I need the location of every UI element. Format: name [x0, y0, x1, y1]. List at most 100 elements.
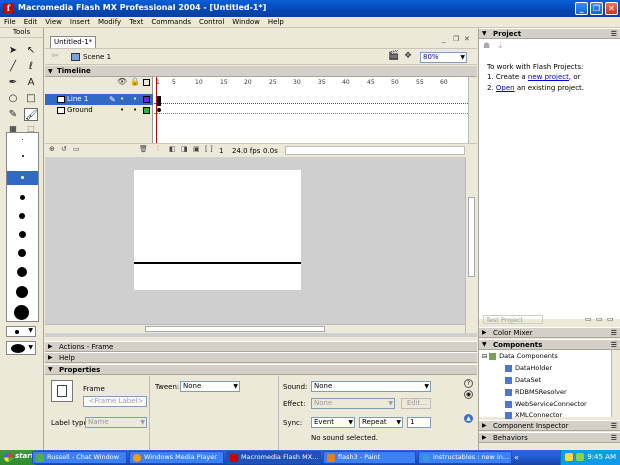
tab-untitled-1[interactable]: Untitled-1* — [50, 36, 96, 48]
panel-options-icon[interactable]: ☰ — [611, 29, 617, 39]
lasso-tool-icon[interactable]: ℓ — [24, 60, 38, 73]
effect-select[interactable]: None ▼ — [311, 398, 395, 409]
task-media-player[interactable]: Windows Media Player — [129, 451, 224, 464]
properties-panel-header[interactable]: ▼ Properties — [45, 364, 477, 375]
pencil-tool-icon[interactable]: ✎ — [6, 108, 20, 121]
close-button[interactable]: ✕ — [605, 2, 618, 15]
brush-size-2[interactable] — [22, 155, 24, 157]
minimize-button[interactable]: _ — [575, 2, 588, 15]
stage-vertical-scrollbar[interactable] — [465, 157, 477, 333]
project-settings-icon[interactable]: ⇣ — [497, 41, 504, 50]
brush-size-list[interactable] — [6, 132, 39, 322]
line-tool-icon[interactable]: ╱ — [6, 60, 20, 73]
color-mixer-panel-header[interactable]: ▶ Color Mixer ☰ — [479, 327, 620, 338]
panel-options-icon[interactable]: ☰ — [611, 328, 617, 338]
tray-icon[interactable] — [576, 453, 584, 461]
help-icon[interactable]: ? — [464, 379, 473, 388]
brush-size-5[interactable] — [19, 213, 25, 219]
component-item[interactable]: RDBMSResolver — [505, 388, 567, 396]
component-item[interactable]: DataHolder — [505, 364, 552, 372]
menu-file[interactable]: File — [0, 17, 20, 26]
edit-sound-button[interactable]: Edit... — [401, 398, 431, 409]
brush-size-8[interactable] — [17, 267, 27, 277]
doc-close-icon[interactable]: ✕ — [464, 35, 470, 43]
help-panel-header[interactable]: ▶ Help — [45, 352, 477, 363]
open-project-link[interactable]: Open — [496, 84, 515, 92]
onion-skin-icon[interactable]: ◧ — [169, 145, 176, 153]
menu-control[interactable]: Control — [195, 17, 228, 26]
test-project-button[interactable]: Test Project — [483, 315, 543, 324]
lock-dot[interactable]: • — [133, 94, 137, 105]
insert-layer-icon[interactable]: ⊕ — [49, 145, 55, 153]
stage[interactable] — [134, 170, 301, 290]
component-item[interactable]: DataSet — [505, 376, 541, 384]
components-panel-header[interactable]: ▼ Components ☰ — [479, 339, 620, 350]
brush-tool-icon[interactable]: 🖌 — [24, 108, 38, 121]
menu-commands[interactable]: Commands — [147, 17, 195, 26]
brush-size-1[interactable] — [22, 139, 23, 140]
brush-size-dropdown[interactable]: ▼ — [6, 326, 36, 337]
new-project-link[interactable]: new project — [528, 73, 569, 81]
stage-horizontal-scrollbar[interactable] — [45, 324, 465, 333]
doc-restore-icon[interactable]: ❐ — [453, 35, 459, 43]
menu-window[interactable]: Window — [228, 17, 264, 26]
project-icon[interactable]: ☗ — [483, 41, 490, 50]
trash-icon[interactable]: 🗑 — [139, 145, 148, 153]
new-folder-icon[interactable]: ▭ — [585, 315, 592, 323]
eye-icon[interactable]: 👁 — [117, 77, 127, 86]
doc-minimize-icon[interactable]: _ — [442, 35, 446, 43]
repeat-count-input[interactable]: 1 — [407, 417, 431, 428]
onion-outline-icon[interactable]: ◨ — [181, 145, 188, 153]
brush-size-7[interactable] — [18, 249, 26, 257]
add-file-icon[interactable]: ▭ — [596, 315, 603, 323]
component-item[interactable]: XMLConnector — [505, 411, 562, 419]
tray-icon[interactable] — [565, 453, 573, 461]
visible-dot[interactable]: • — [120, 94, 124, 105]
project-panel-header[interactable]: ▼ Project ☰ — [479, 28, 620, 39]
task-flash[interactable]: Macromedia Flash MX... — [226, 451, 321, 464]
brush-size-9[interactable] — [16, 286, 28, 298]
edit-symbols-icon[interactable]: ❖ — [404, 51, 412, 61]
scroll-thumb[interactable] — [145, 326, 325, 332]
timeline-vertical-scrollbar[interactable] — [468, 77, 477, 143]
panel-options-icon[interactable]: ☰ — [611, 421, 617, 431]
brush-size-6[interactable] — [19, 231, 26, 238]
behaviors-panel-header[interactable]: ▶ Behaviors ☰ — [479, 432, 620, 443]
maximize-button[interactable]: ❐ — [590, 2, 603, 15]
scroll-thumb[interactable] — [468, 197, 475, 277]
layer-color-swatch[interactable] — [143, 96, 150, 103]
brush-size-4[interactable] — [20, 195, 25, 200]
sync-select[interactable]: Event ▼ — [311, 417, 355, 428]
repeat-select[interactable]: Repeat ▼ — [359, 417, 403, 428]
insert-folder-icon[interactable]: ▭ — [73, 145, 80, 153]
data-components-group[interactable]: ⊟ Data Components — [482, 352, 558, 360]
lock-dot[interactable]: • — [133, 105, 137, 116]
task-instructables[interactable]: instructables : new in... — [418, 451, 512, 464]
menu-edit[interactable]: Edit — [20, 17, 42, 26]
layer-line-1[interactable]: Line 1 ✎ • • — [45, 94, 153, 105]
menu-text[interactable]: Text — [125, 17, 147, 26]
menu-view[interactable]: View — [41, 17, 66, 26]
center-frame-icon[interactable]: ⫶ — [157, 145, 159, 154]
brush-size-3[interactable] — [21, 176, 24, 179]
visible-dot[interactable]: • — [120, 105, 124, 116]
component-inspector-panel-header[interactable]: ▶ Component Inspector ☰ — [479, 420, 620, 431]
delete-icon[interactable]: ▭ — [607, 315, 614, 323]
panel-options-icon[interactable]: ☰ — [611, 340, 617, 350]
ground-line[interactable] — [134, 262, 301, 264]
accessibility-icon[interactable]: ◉ — [464, 390, 473, 399]
add-guide-icon[interactable]: ↺ — [61, 145, 67, 153]
component-item[interactable]: WebServiceConnector — [505, 400, 587, 408]
edit-multiple-icon[interactable]: ▣ — [193, 145, 200, 153]
pen-tool-icon[interactable]: ✒ — [6, 76, 20, 89]
brush-shape-dropdown[interactable]: ▼ — [6, 341, 36, 355]
layer-ground[interactable]: Ground • • — [45, 105, 153, 116]
menu-modify[interactable]: Modify — [94, 17, 125, 26]
lock-icon[interactable]: 🔒 — [130, 77, 140, 86]
rectangle-tool-icon[interactable]: □ — [24, 92, 38, 105]
frame-label-input[interactable]: <Frame Label> — [83, 396, 147, 407]
layer-color-swatch[interactable] — [143, 107, 150, 114]
collapse-arrow-icon[interactable]: ▲ — [464, 414, 473, 423]
text-tool-icon[interactable]: A — [24, 76, 38, 89]
taskbar-expand-icon[interactable]: « — [514, 453, 519, 462]
